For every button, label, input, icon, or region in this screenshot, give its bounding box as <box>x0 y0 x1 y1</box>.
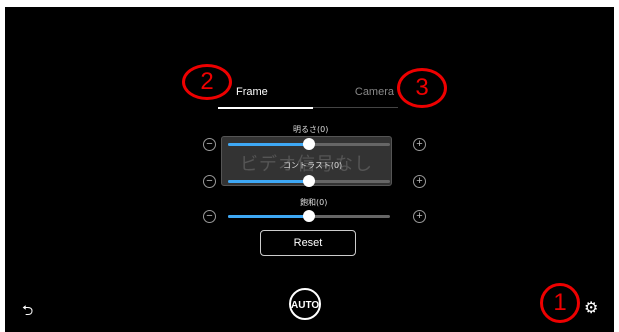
tab-camera[interactable]: Camera <box>355 86 394 98</box>
tab-frame[interactable]: Frame <box>236 86 268 98</box>
tab-bar: Frame Camera <box>218 86 398 108</box>
gear-icon[interactable]: ⚙ <box>584 298 598 318</box>
contrast-minus-button[interactable]: − <box>203 175 216 188</box>
saturation-plus-button[interactable]: + <box>413 210 426 223</box>
brightness-minus-button[interactable]: − <box>203 138 216 151</box>
brightness-slider-fill <box>228 143 309 146</box>
saturation-minus-button[interactable]: − <box>203 210 216 223</box>
contrast-slider-thumb[interactable] <box>303 175 315 187</box>
saturation-label: 飽和(0) <box>300 198 328 207</box>
contrast-plus-button[interactable]: + <box>413 175 426 188</box>
brightness-slider[interactable] <box>228 138 390 150</box>
contrast-slider[interactable] <box>228 175 390 187</box>
tab-divider <box>313 107 398 108</box>
annotation-3: 3 <box>397 68 447 108</box>
active-tab-indicator <box>218 107 313 109</box>
saturation-slider[interactable] <box>228 210 390 222</box>
annotation-2: 2 <box>182 64 232 100</box>
saturation-slider-fill <box>228 215 309 218</box>
brightness-plus-button[interactable]: + <box>413 138 426 151</box>
auto-button[interactable]: AUTO <box>289 288 321 320</box>
reset-button[interactable]: Reset <box>260 230 356 256</box>
contrast-slider-fill <box>228 180 309 183</box>
brightness-label: 明るさ(0) <box>293 125 329 134</box>
brightness-slider-thumb[interactable] <box>303 138 315 150</box>
back-arrow-icon[interactable]: ⮌ <box>22 300 33 324</box>
contrast-label: コントラスト(0) <box>283 161 343 170</box>
saturation-slider-thumb[interactable] <box>303 210 315 222</box>
annotation-1: 1 <box>540 283 580 323</box>
